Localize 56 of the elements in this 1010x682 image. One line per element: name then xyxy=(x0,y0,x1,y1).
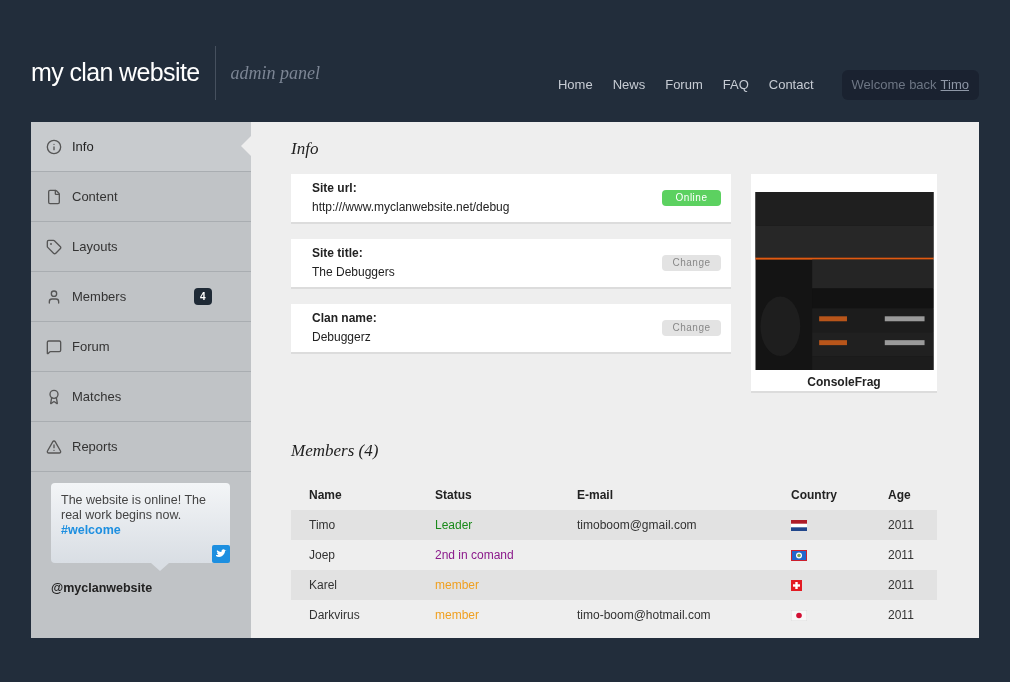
document-icon xyxy=(46,188,62,205)
panel-subtitle: admin panel xyxy=(230,61,320,85)
striped-flag-icon xyxy=(791,519,807,531)
status-text: 2nd in comand xyxy=(435,548,514,562)
twitter-handle[interactable]: @myclanwebsite xyxy=(51,579,231,598)
status-text: member xyxy=(435,608,479,622)
tag-icon xyxy=(46,238,62,255)
info-icon xyxy=(46,138,62,155)
emblem-flag-icon xyxy=(791,549,807,561)
section-title: Info xyxy=(291,138,320,160)
cross-flag-icon xyxy=(791,579,802,591)
preview-caption: ConsoleFrag xyxy=(807,373,881,391)
nav-link[interactable]: Contact xyxy=(768,75,814,95)
field-label: Clan name: xyxy=(312,310,377,327)
column-header: Name xyxy=(309,487,343,504)
field-label: Site title: xyxy=(312,245,364,262)
warning-icon xyxy=(46,438,62,455)
tweet-text: The website is online! The real work begins now. #welcome xyxy=(61,493,206,537)
table-cell-text: Karel xyxy=(309,577,338,594)
bird-icon xyxy=(212,545,230,563)
sidebar-item[interactable]: Info xyxy=(31,122,251,172)
field-value: The Debuggers xyxy=(312,264,395,281)
site-logo[interactable]: my clan website xyxy=(31,54,200,92)
column-header: Country xyxy=(791,487,838,504)
user-icon xyxy=(46,288,62,305)
bubble-tail xyxy=(151,563,169,571)
nav-link[interactable]: FAQ xyxy=(722,75,749,95)
table-cell: timoboom@gmail.com xyxy=(577,518,697,532)
status-text: Leader xyxy=(435,518,473,532)
section-title: Members (4) xyxy=(291,439,380,462)
welcome-text: Welcome back xyxy=(851,76,937,95)
table-cell-text: 2011 xyxy=(888,577,914,594)
nav-link[interactable]: News xyxy=(612,75,646,95)
column-header: Status xyxy=(435,487,473,504)
table-cell: timo-boom@hotmail.com xyxy=(577,608,711,622)
table-cell-text: 2011 xyxy=(888,607,914,624)
nav-link[interactable]: Home xyxy=(558,75,593,95)
field-label: Site url: xyxy=(312,180,358,197)
disc-flag-icon xyxy=(791,609,807,621)
field-value: http:///www.myclanwebsite.net/debug xyxy=(312,199,510,216)
speech-bubble-icon xyxy=(46,338,62,355)
column-header: E-mail xyxy=(577,487,614,504)
nav-link[interactable]: Forum xyxy=(665,75,703,95)
table-cell-text: 2011 xyxy=(888,517,914,534)
count-badge: 4 xyxy=(194,288,212,305)
medal-icon xyxy=(46,388,62,405)
table-cell-text: Darkvirus xyxy=(309,607,361,624)
status-text: member xyxy=(435,578,479,592)
table-cell-text: Joep xyxy=(309,547,337,564)
table-cell-text: Timo xyxy=(309,517,337,534)
status-badge: Online xyxy=(662,189,721,206)
sidebar-item[interactable]: Members 4 xyxy=(31,272,251,322)
column-header: Age xyxy=(888,487,911,504)
user-link[interactable]: Timo xyxy=(940,75,969,95)
field-value: Debuggerz xyxy=(312,329,372,346)
table-cell-text: 2011 xyxy=(888,547,914,564)
